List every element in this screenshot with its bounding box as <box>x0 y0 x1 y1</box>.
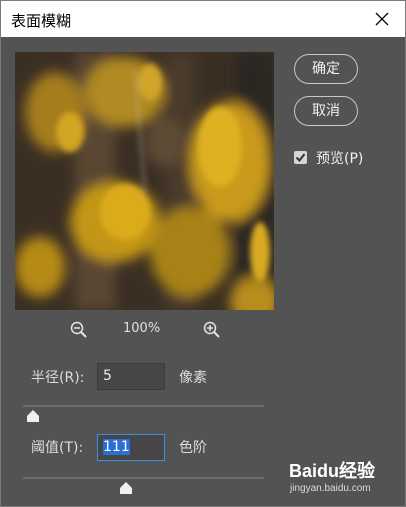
radius-slider-track[interactable] <box>23 405 264 407</box>
title-bar: 表面模糊 <box>1 1 405 37</box>
zoom-level-text: 100% <box>123 321 161 336</box>
cancel-button[interactable]: 取消 <box>294 96 358 126</box>
radius-unit: 像素 <box>179 370 207 386</box>
close-icon <box>375 12 389 26</box>
preview-foliage-image <box>15 52 274 310</box>
baidu-jingyan-watermark: Baidu经验 jingyan.baidu.com <box>285 457 397 497</box>
dialog-title: 表面模糊 <box>11 12 72 30</box>
zoom-out-button[interactable] <box>70 321 88 339</box>
zoom-out-icon <box>70 321 87 338</box>
preview-image[interactable] <box>15 52 274 310</box>
preview-checkbox[interactable] <box>294 151 307 164</box>
threshold-slider-track[interactable] <box>23 477 264 479</box>
radius-slider-thumb[interactable] <box>27 410 39 422</box>
close-button[interactable] <box>359 1 405 37</box>
preview-checkbox-label[interactable]: 预览(P) <box>316 148 363 168</box>
threshold-label: 阈值(T): <box>31 440 84 456</box>
surface-blur-dialog: 表面模糊 确定 取消 预览(P) 100% 半径(R): 5 像素 阈值(T):… <box>0 0 406 507</box>
threshold-slider-thumb[interactable] <box>120 482 132 494</box>
checkmark-icon <box>295 153 306 163</box>
zoom-in-icon <box>203 321 220 338</box>
threshold-input[interactable]: 111 <box>97 434 165 461</box>
threshold-unit: 色阶 <box>179 440 207 456</box>
watermark-url: jingyan.baidu.com <box>290 483 371 494</box>
radius-input[interactable]: 5 <box>97 363 165 390</box>
watermark-logo: Baidu经验 <box>289 461 376 481</box>
threshold-value-selected: 111 <box>103 439 130 455</box>
radius-label: 半径(R): <box>31 370 85 386</box>
zoom-in-button[interactable] <box>203 321 221 339</box>
ok-button[interactable]: 确定 <box>294 54 358 84</box>
